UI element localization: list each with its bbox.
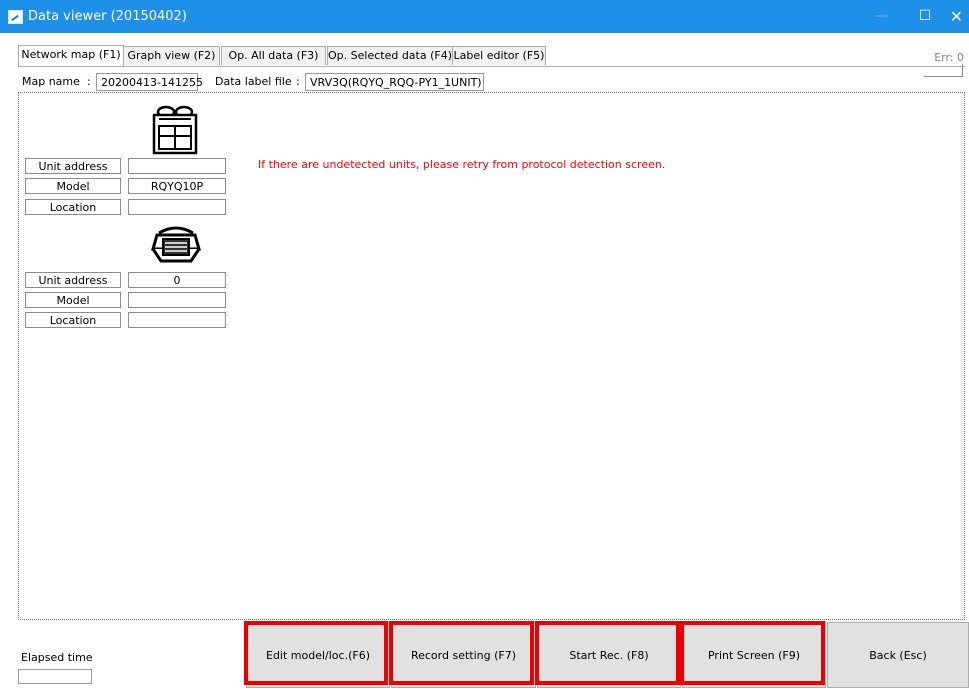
- map-name-separator: :: [87, 75, 91, 88]
- print-screen-button[interactable]: Print Screen (F9): [682, 622, 826, 688]
- tab-label-editor[interactable]: Label editor (F5): [452, 46, 546, 65]
- data-label-file-separator: :: [296, 75, 300, 88]
- back-button[interactable]: Back (Esc): [827, 622, 969, 688]
- data-label-file-label: Data label file: [215, 75, 292, 88]
- tab-graph-view[interactable]: Graph view (F2): [123, 46, 220, 65]
- elapsed-time-field: [18, 669, 92, 684]
- outdoor-unit-icon[interactable]: [150, 105, 200, 155]
- maximize-button[interactable]: ☐: [905, 0, 945, 33]
- unit2-location-value: [128, 312, 226, 328]
- indoor-cassette-unit-icon[interactable]: [151, 221, 201, 267]
- app-icon: [8, 10, 23, 24]
- undetected-units-notice: If there are undetected units, please re…: [258, 158, 666, 171]
- close-button[interactable]: ✕: [944, 0, 969, 33]
- window-title: Data viewer (20150402): [28, 9, 187, 24]
- record-setting-button[interactable]: Record setting (F7): [391, 622, 536, 688]
- minimize-button[interactable]: —: [862, 0, 902, 33]
- elapsed-time-label: Elapsed time: [21, 651, 93, 664]
- unit1-model-value: RQYQ10P: [128, 178, 226, 194]
- tab-op-selected-data[interactable]: Op. Selected data (F4): [327, 46, 453, 65]
- error-count: Err: 0: [934, 51, 964, 64]
- map-header: Map name : 20200413-141255 Data label fi…: [18, 66, 965, 93]
- title-bar[interactable]: Data viewer (20150402) — ☐ ✕: [0, 0, 969, 33]
- unit1-location-label: Location: [25, 199, 121, 215]
- edit-model-location-button[interactable]: Edit model/loc.(F6): [246, 622, 390, 688]
- unit2-address-value: 0: [128, 272, 226, 288]
- tab-op-all-data[interactable]: Op. All data (F3): [221, 46, 326, 65]
- unit1-address-value: [128, 158, 226, 174]
- unit1-model-label: Model: [25, 178, 121, 194]
- map-name-field: 20200413-141255: [96, 73, 203, 91]
- data-label-file-field: VRV3Q(RQYQ_RQQ-PY1_1UNIT): [305, 73, 484, 91]
- unit2-model-label: Model: [25, 292, 121, 308]
- tab-network-map[interactable]: Network map (F1): [18, 45, 124, 66]
- unit1-location-value: [128, 199, 226, 215]
- unit1-address-label: Unit address: [25, 158, 121, 174]
- unit2-model-value: [128, 292, 226, 308]
- unit2-location-label: Location: [25, 312, 121, 328]
- start-recording-button[interactable]: Start Rec. (F8): [537, 622, 681, 688]
- unit2-address-label: Unit address: [25, 272, 121, 288]
- map-name-label: Map name: [22, 75, 80, 88]
